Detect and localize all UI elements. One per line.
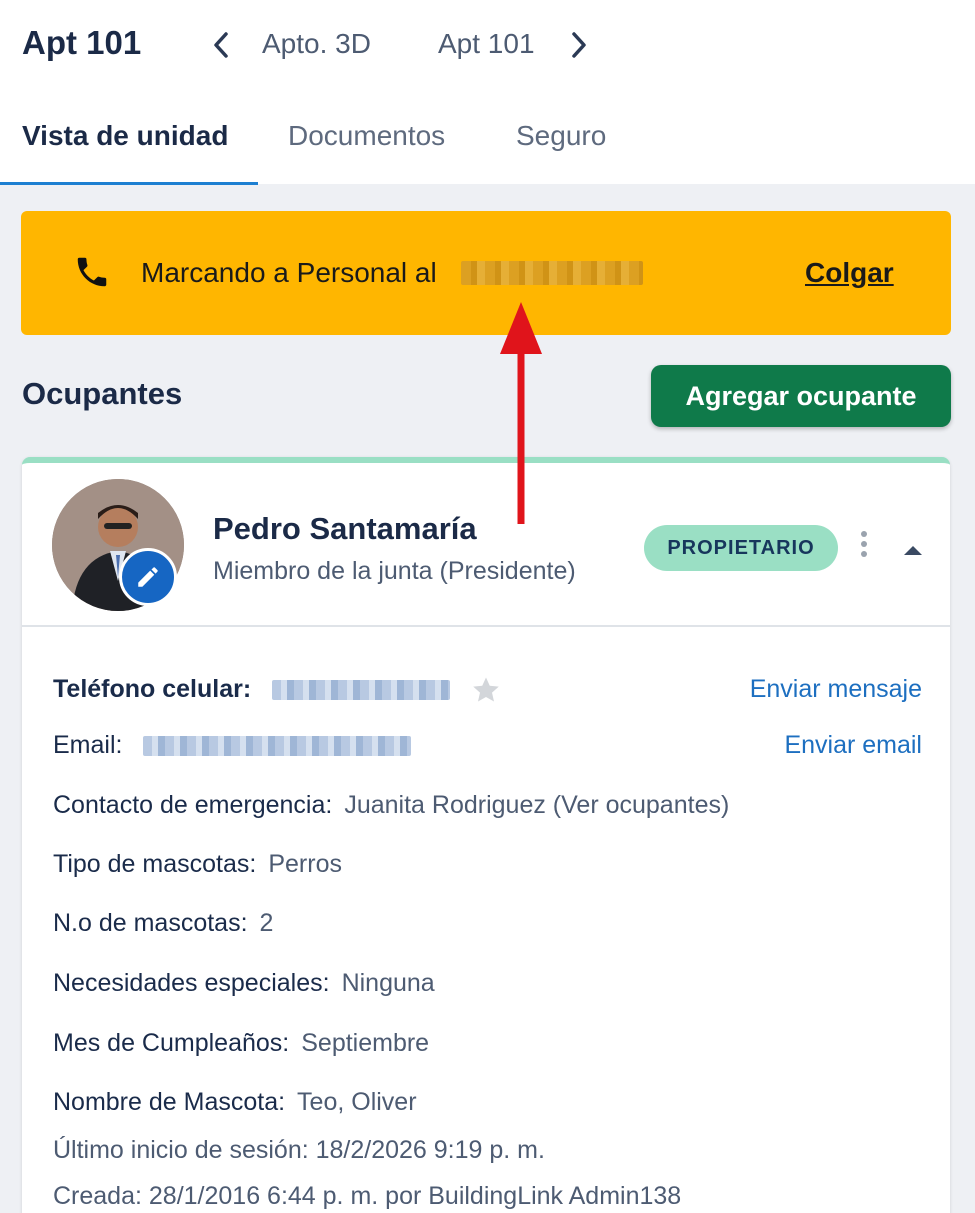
next-unit-link[interactable]: Apt 101 <box>438 28 535 60</box>
annotation-arrow <box>500 302 542 524</box>
pencil-icon <box>138 567 158 587</box>
pet-count-row: N.o de mascotas: 2 <box>53 909 273 938</box>
pet-count-label: N.o de mascotas: <box>53 909 248 937</box>
redacted-phone-number <box>461 261 643 285</box>
pet-name-label: Nombre de Mascota: <box>53 1088 286 1116</box>
pet-name-value: Teo, Oliver <box>297 1088 417 1116</box>
pet-type-row: Tipo de mascotas: Perros <box>53 850 342 879</box>
active-tab-indicator <box>0 182 258 185</box>
birthday-label: Mes de Cumpleaños: <box>53 1029 290 1057</box>
collapse-caret-icon[interactable] <box>902 543 924 557</box>
redacted-cell-phone <box>272 680 451 701</box>
email-label: Email: <box>53 731 123 759</box>
pet-name-row: Nombre de Mascota: Teo, Oliver <box>53 1088 417 1117</box>
page: Apt 101 Apto. 3D Apt 101 Vista de unidad… <box>0 0 975 1213</box>
tab-insurance[interactable]: Seguro <box>516 120 606 152</box>
occupant-role: Miembro de la junta (Presidente) <box>213 557 576 585</box>
unit-title: Apt 101 <box>22 24 142 61</box>
header: Apt 101 Apto. 3D Apt 101 Vista de unidad… <box>0 0 975 185</box>
email-row: Email: <box>53 731 412 760</box>
cell-phone-row: Teléfono celular: <box>53 675 501 705</box>
birthday-row: Mes de Cumpleaños: Septiembre <box>53 1029 429 1058</box>
created-text: Creada: 28/1/2016 6:44 p. m. por Buildin… <box>53 1182 682 1210</box>
pet-type-value: Perros <box>268 850 342 878</box>
call-banner: Marcando a Personal al Colgar <box>21 211 951 335</box>
occupant-name: Pedro Santamaría <box>213 511 477 546</box>
redacted-email <box>143 736 412 757</box>
star-icon[interactable] <box>471 675 501 705</box>
emergency-contact-value[interactable]: Juanita Rodriguez (Ver ocupantes) <box>344 791 729 819</box>
chevron-right-icon[interactable] <box>566 26 592 64</box>
tab-unit-view[interactable]: Vista de unidad <box>22 120 228 152</box>
tab-bar: Vista de unidad Documentos Seguro <box>0 110 975 185</box>
send-message-link[interactable]: Enviar mensaje <box>750 675 922 704</box>
more-options-icon[interactable] <box>858 531 870 565</box>
occupant-card-header: Pedro Santamaría Miembro de la junta (Pr… <box>22 463 950 627</box>
edit-photo-button[interactable] <box>119 548 177 606</box>
add-occupant-button[interactable]: Agregar ocupante <box>651 365 951 427</box>
special-needs-value: Ninguna <box>341 969 435 997</box>
hang-up-link[interactable]: Colgar <box>805 257 894 289</box>
last-login-text: Último inicio de sesión: 18/2/2026 9:19 … <box>53 1136 545 1164</box>
special-needs-row: Necesidades especiales: Ninguna <box>53 969 435 998</box>
pet-count-value: 2 <box>259 909 274 937</box>
pet-type-label: Tipo de mascotas: <box>53 850 257 878</box>
special-needs-label: Necesidades especiales: <box>53 969 330 997</box>
prev-unit-link[interactable]: Apto. 3D <box>262 28 371 60</box>
emergency-contact-row: Contacto de emergencia: Juanita Rodriguez… <box>53 791 729 820</box>
phone-icon <box>77 257 107 287</box>
cell-phone-label: Teléfono celular: <box>53 675 252 703</box>
tab-documents[interactable]: Documentos <box>288 120 445 152</box>
emergency-contact-label: Contacto de emergencia: <box>53 791 333 819</box>
birthday-value: Septiembre <box>301 1029 430 1057</box>
send-email-link[interactable]: Enviar email <box>784 731 922 760</box>
occupant-card: Pedro Santamaría Miembro de la junta (Pr… <box>22 457 950 1213</box>
owner-badge: PROPIETARIO <box>644 525 838 571</box>
occupants-heading: Ocupantes <box>22 376 183 411</box>
calling-status-text: Marcando a Personal al <box>141 257 437 288</box>
chevron-left-icon[interactable] <box>208 26 234 64</box>
